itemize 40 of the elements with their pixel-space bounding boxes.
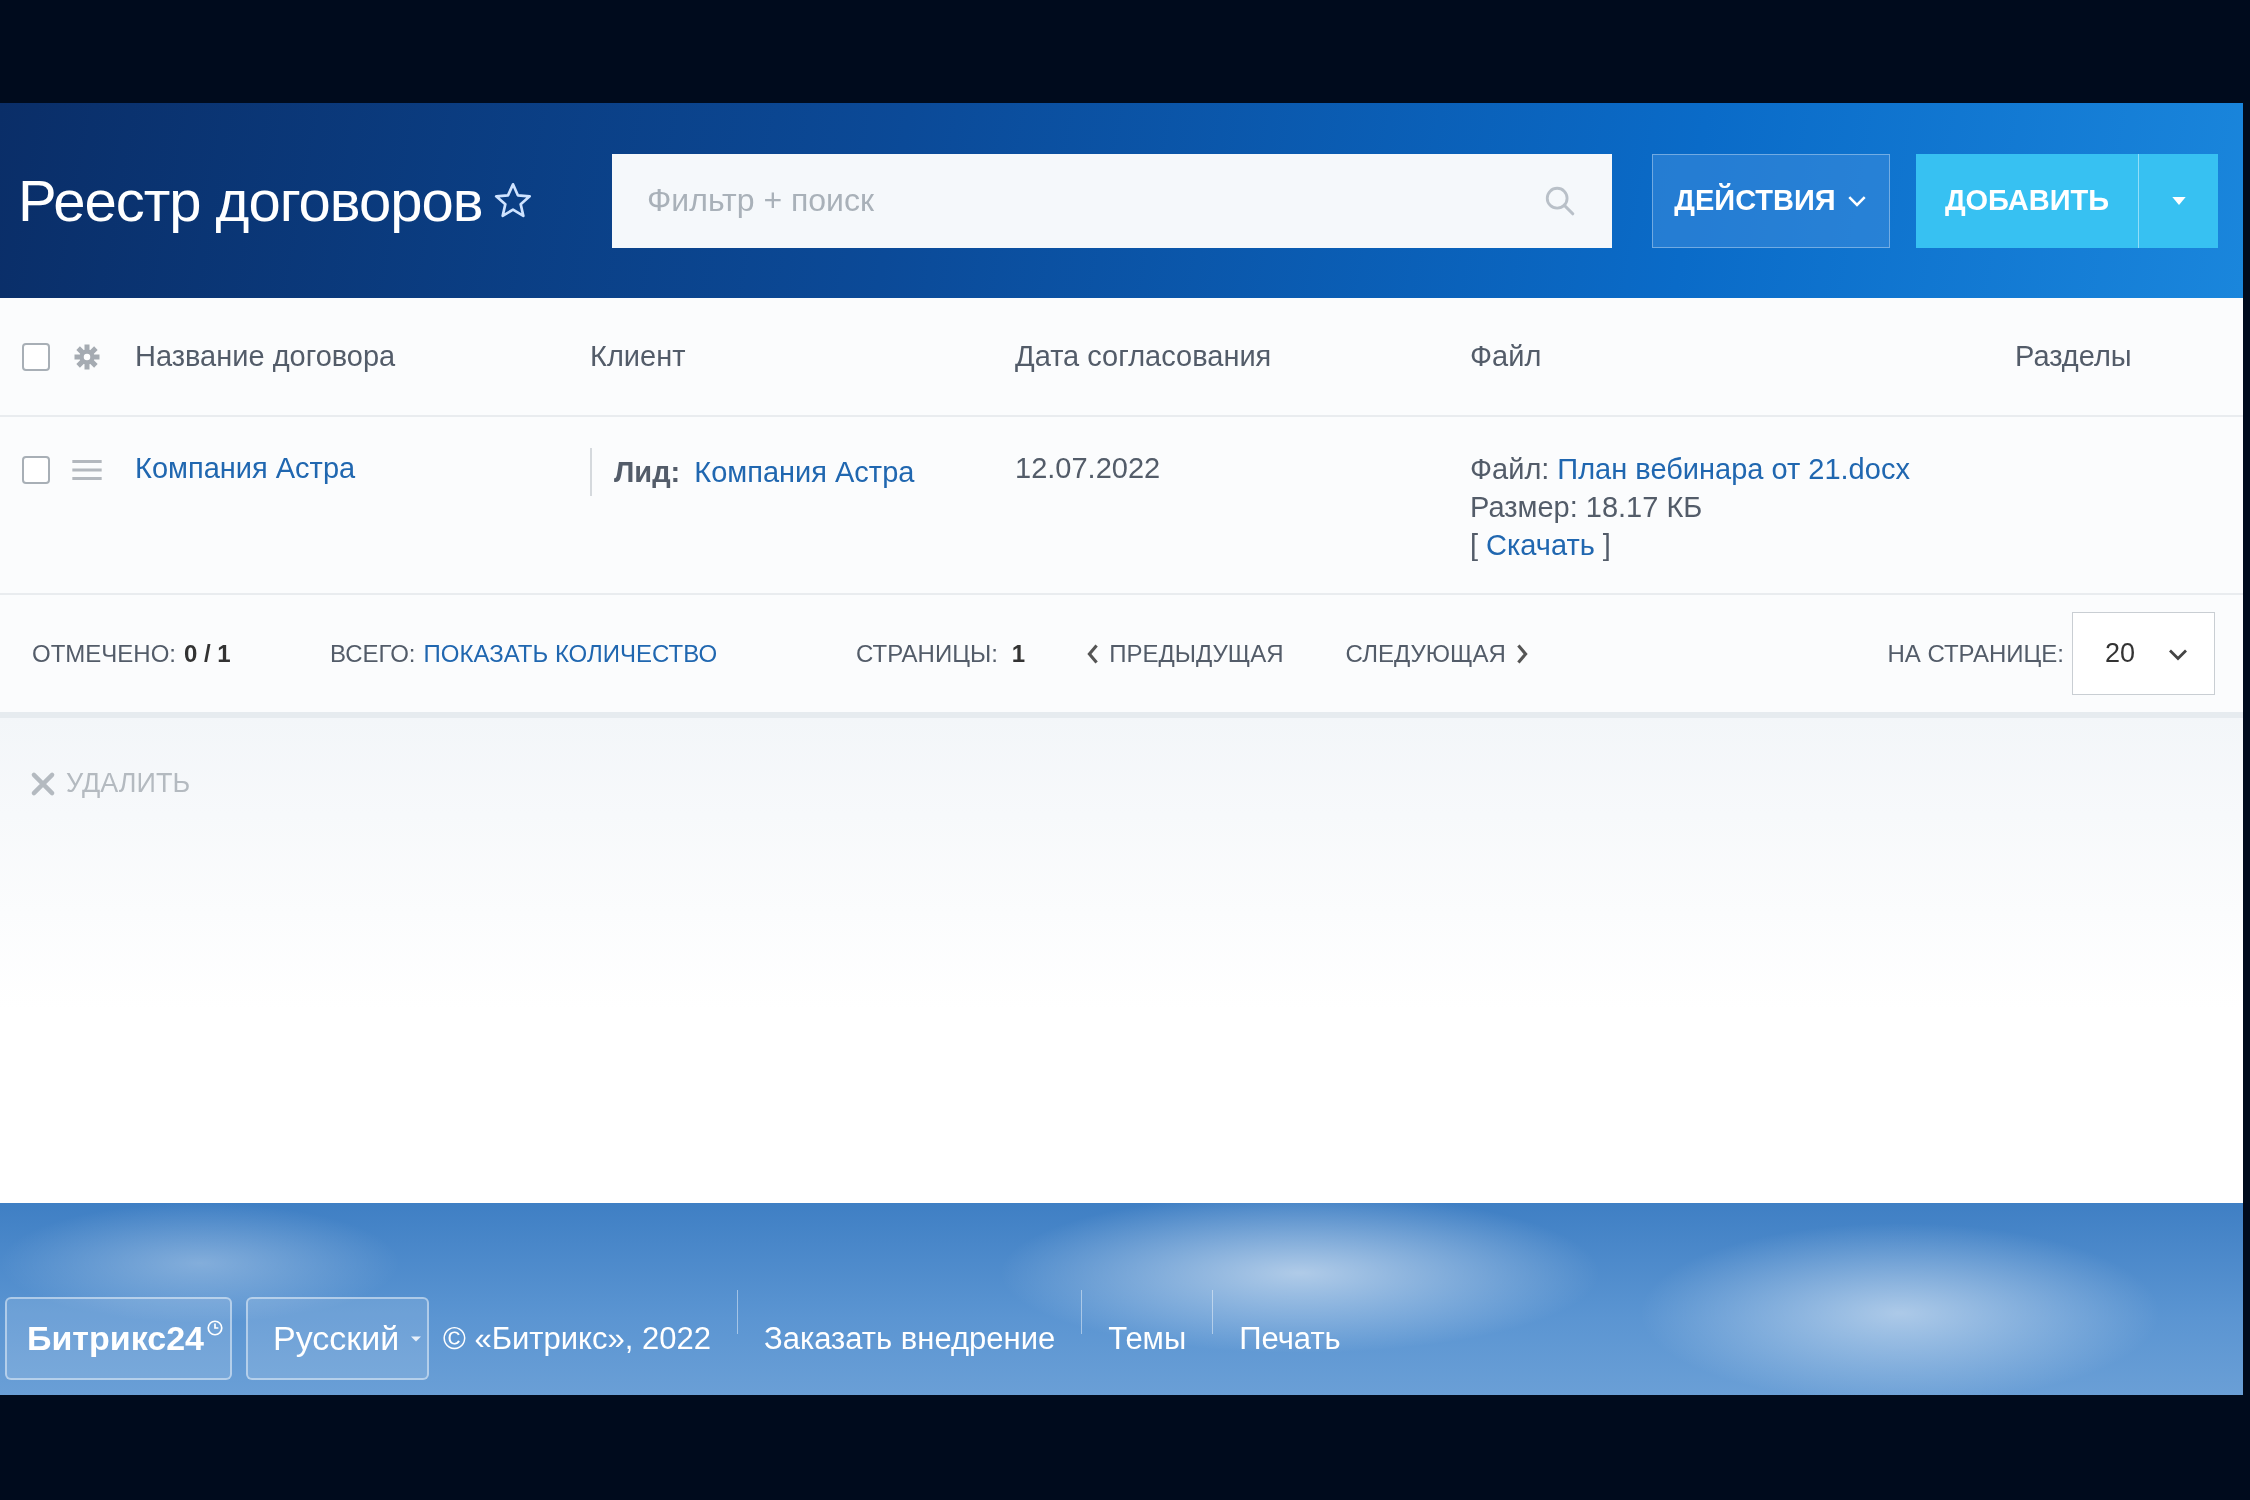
- column-header[interactable]: Клиент: [590, 340, 1015, 373]
- caret-icon: [2170, 195, 2187, 206]
- client-link[interactable]: Компания Астра: [694, 455, 915, 489]
- footer-link[interactable]: Заказать внедрение: [763, 1297, 1056, 1380]
- show-count-link[interactable]: ПОКАЗАТЬ КОЛИЧЕСТВО: [423, 639, 718, 668]
- next-page-link[interactable]: СЛЕДУЮЩАЯ: [1345, 639, 1528, 668]
- file-size-text: Размер: 18.17 КБ: [1470, 490, 1704, 524]
- bracket-text: ]: [1602, 528, 1611, 562]
- caret-icon: [411, 1335, 422, 1342]
- clock-icon: [205, 1319, 224, 1337]
- menu-icon[interactable]: [72, 459, 102, 481]
- previous-page-link[interactable]: ПРЕДЫДУЩАЯ: [1087, 639, 1284, 668]
- download-link[interactable]: Скачать: [1486, 528, 1595, 562]
- footer-link[interactable]: Темы: [1108, 1297, 1187, 1380]
- contract-link[interactable]: Компания Астра: [135, 452, 356, 484]
- date-text: 12.07.2022: [1015, 452, 1161, 484]
- checkbox[interactable]: [22, 342, 50, 371]
- file-label: Файл:: [1470, 452, 1550, 486]
- per-page-select[interactable]: 20: [2072, 612, 2215, 695]
- column-header[interactable]: Разделы: [2015, 340, 2243, 373]
- page-title: Реестр договоров: [18, 167, 483, 234]
- per-page-label: НА СТРАНИЦЕ:: [1887, 639, 2064, 668]
- column-header[interactable]: Файл: [1470, 340, 2015, 373]
- bracket-text: [: [1470, 528, 1479, 562]
- client-type-label: Лид:: [614, 455, 681, 489]
- current-page[interactable]: 1: [1011, 639, 1026, 668]
- close-icon: [30, 770, 56, 797]
- column-header[interactable]: Название договора: [135, 340, 590, 373]
- chevron-right-icon: [1515, 642, 1528, 665]
- actions-button[interactable]: ДЕЙСТВИЯ: [1652, 153, 1890, 248]
- selected-label: ОТМЕЧЕНО:: [32, 639, 176, 668]
- checkbox[interactable]: [22, 456, 50, 484]
- chevron-left-icon: [1087, 642, 1100, 665]
- file-link[interactable]: План вебинара от 21.docx: [1557, 452, 1910, 486]
- selected-count: 0 / 1: [184, 639, 231, 668]
- search-field[interactable]: Фильтр + поиск: [612, 153, 1612, 248]
- column-header[interactable]: Дата согласования: [1015, 340, 1470, 373]
- total-label: ВСЕГО:: [330, 639, 416, 668]
- copyright-text: © «Битрикс», 2022: [443, 1319, 711, 1358]
- pages-label: СТРАНИЦЫ:: [856, 639, 998, 668]
